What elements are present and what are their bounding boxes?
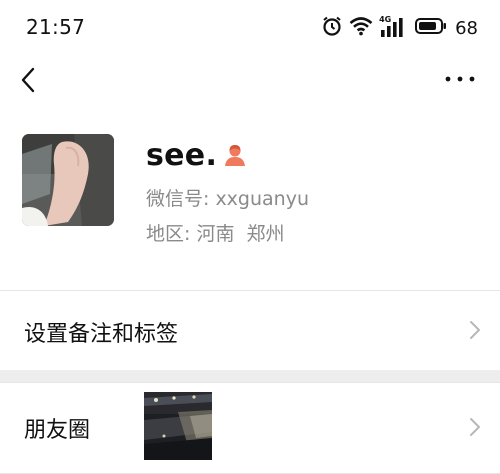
- avatar[interactable]: [22, 134, 114, 226]
- battery-icon: [415, 17, 447, 39]
- moments-cell[interactable]: 朋友圈: [0, 383, 500, 474]
- moments-label: 朋友圈: [24, 418, 91, 443]
- more-button[interactable]: [442, 64, 478, 94]
- moments-thumbnail[interactable]: [144, 392, 212, 460]
- nav-bar: [0, 56, 500, 104]
- female-person-icon: [223, 143, 247, 171]
- chevron-right-icon: [468, 416, 482, 442]
- status-time: 21:57: [26, 15, 86, 39]
- wechat-id: 微信号: xxguanyu: [146, 188, 310, 210]
- battery-level: 68: [455, 17, 478, 39]
- more-dots-icon: [445, 76, 475, 82]
- nickname-row: see.: [146, 138, 247, 173]
- status-icons: 4G 68: [321, 15, 478, 41]
- status-bar: 21:57 4G 68: [0, 0, 500, 56]
- wifi-icon: [349, 16, 373, 40]
- region: 地区: 河南 郑州: [146, 223, 285, 245]
- set-remark-and-tags-label: 设置备注和标签: [24, 322, 179, 347]
- cellular-signal-icon: 4G: [379, 15, 409, 39]
- set-remark-and-tags-cell[interactable]: 设置备注和标签: [0, 291, 500, 370]
- back-button[interactable]: [14, 62, 44, 98]
- chevron-right-icon: [468, 319, 482, 345]
- chevron-left-icon: [21, 67, 35, 93]
- section-gap: [0, 370, 500, 382]
- nickname: see.: [146, 138, 218, 173]
- alarm-icon: [321, 15, 343, 41]
